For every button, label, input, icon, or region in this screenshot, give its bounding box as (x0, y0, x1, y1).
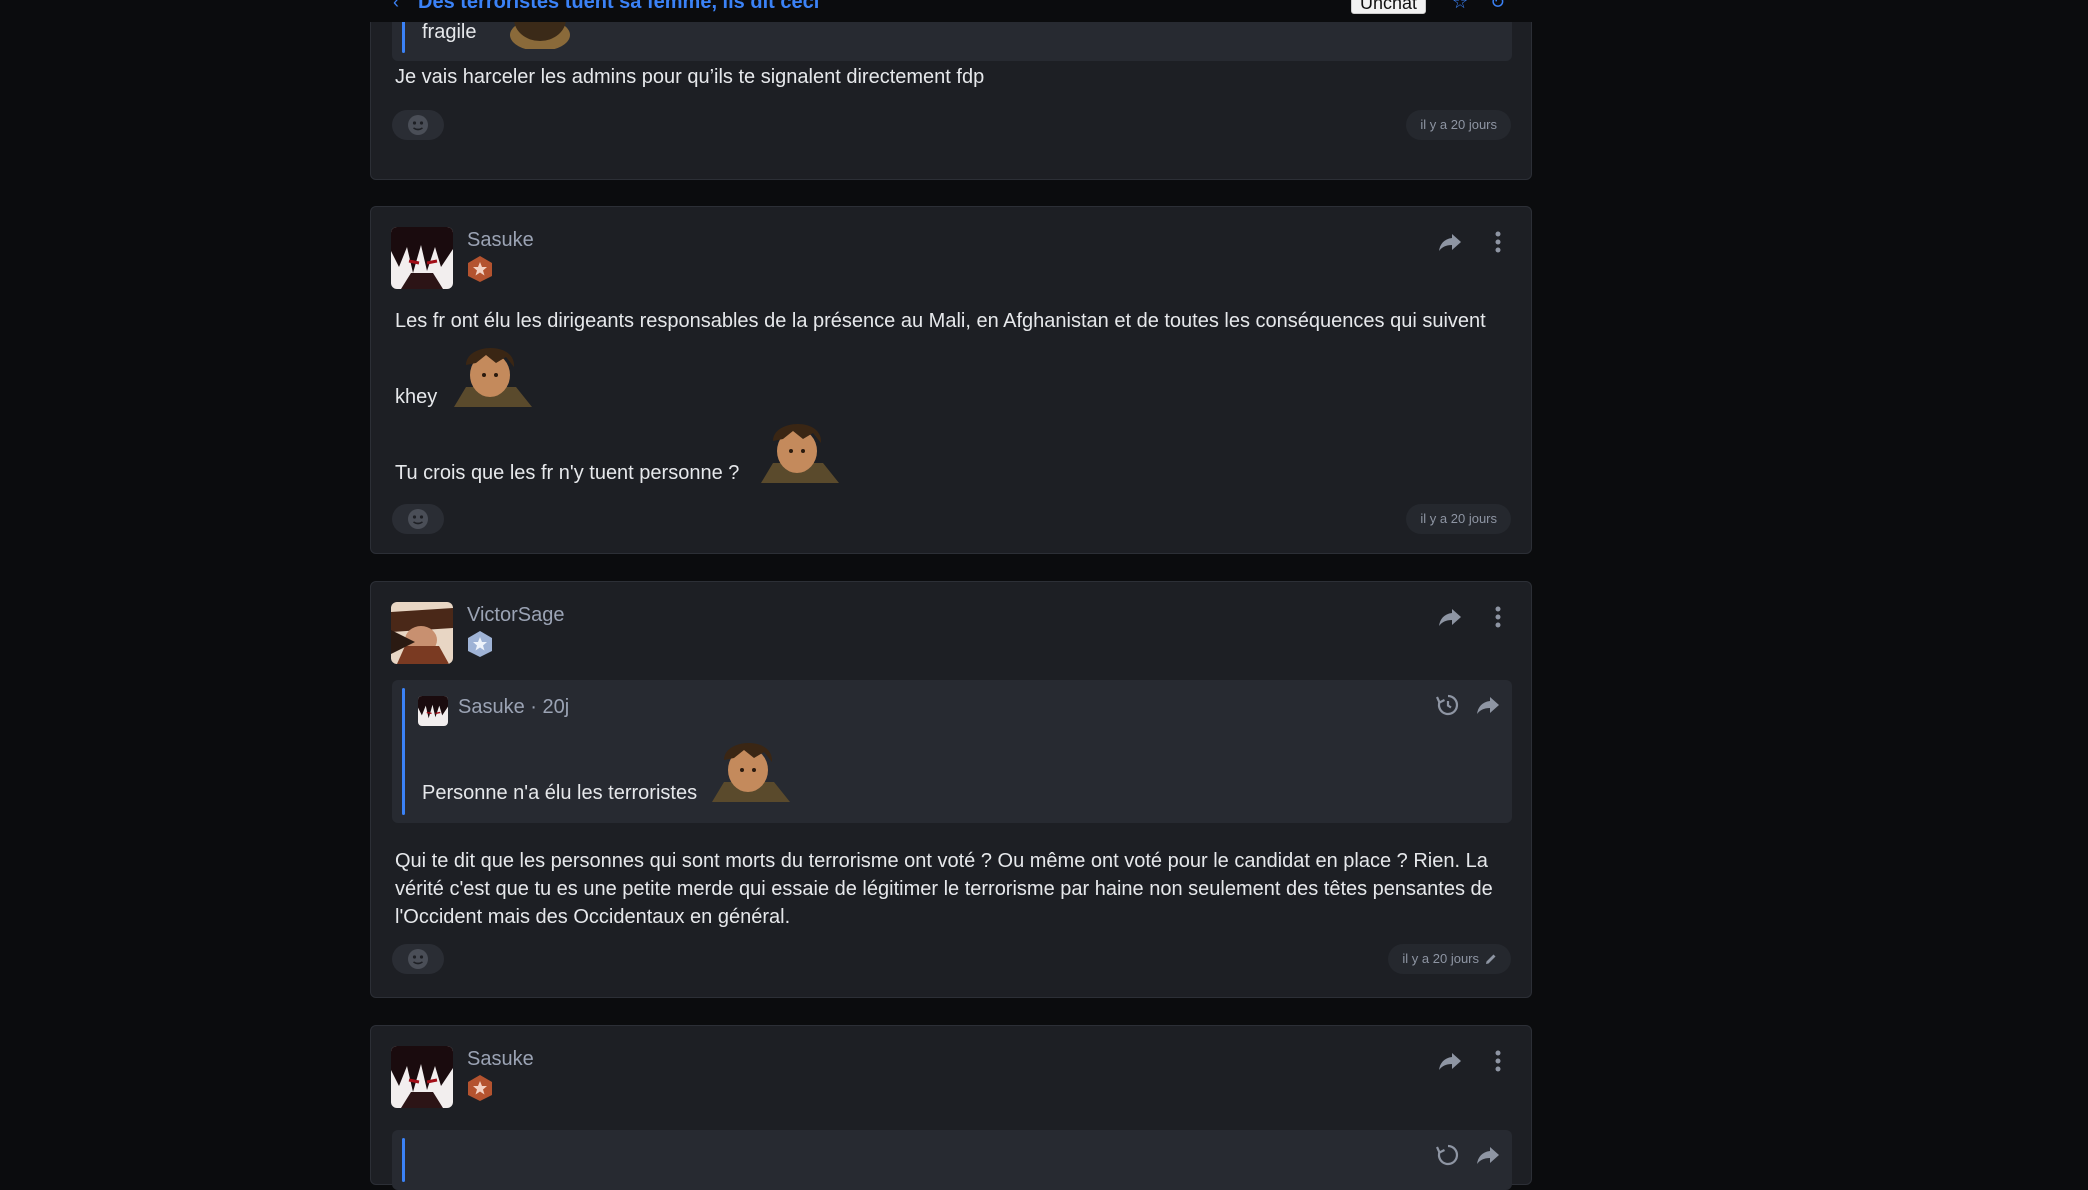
post-text-line: Tu crois que les fr n'y tuent personne ? (395, 462, 740, 484)
timestamp-text: il y a 20 jours (1420, 511, 1497, 526)
quoted-message[interactable] (392, 1130, 1512, 1190)
back-chevron-icon[interactable]: ‹ (393, 0, 399, 13)
quote-text: fragile (422, 21, 477, 43)
author-name[interactable]: Sasuke (467, 229, 534, 252)
post-text: Je vais harceler les admins pour qu’ils … (395, 66, 985, 88)
quoted-message[interactable]: Sasuke · 20j Personne n'a élu les terror… (392, 680, 1512, 823)
post-timestamp[interactable]: il y a 20 jours (1406, 504, 1511, 534)
emoji-icon (408, 949, 428, 969)
share-icon[interactable] (1435, 602, 1465, 632)
post-card: VictorSage Sasuke · 20j Personne n'a élu… (370, 581, 1532, 998)
post-card: Sasuke Les fr ont élu les dirigeants res… (370, 206, 1532, 554)
quote-author[interactable]: Sasuke · 20j (458, 696, 569, 719)
emoji-icon (408, 509, 428, 529)
quote-avatar[interactable] (418, 696, 448, 726)
sticker-image (761, 424, 839, 483)
rank-badge-icon (468, 631, 492, 657)
share-icon[interactable] (1473, 690, 1503, 720)
timestamp-text: il y a 20 jours (1420, 117, 1497, 132)
sticker-image (712, 743, 790, 802)
post-timestamp[interactable]: il y a 20 jours (1388, 944, 1511, 974)
rank-badge-icon (468, 256, 492, 282)
star-icon[interactable]: ☆ (1452, 0, 1468, 13)
post-timestamp[interactable]: il y a 20 jours (1406, 110, 1511, 140)
sticker-image (454, 348, 532, 407)
history-icon[interactable] (1432, 1140, 1462, 1170)
avatar[interactable] (391, 1046, 453, 1108)
post-card: fragile Je vais harceler les admins pour… (370, 0, 1532, 180)
more-options-icon[interactable] (1483, 227, 1513, 257)
reaction-button[interactable] (392, 944, 444, 974)
more-options-icon[interactable] (1483, 1046, 1513, 1076)
share-icon[interactable] (1473, 1140, 1503, 1170)
thread-title[interactable]: Des terroristes tuent sa femme, ils dit … (418, 0, 819, 14)
avatar[interactable] (391, 602, 453, 664)
more-options-icon[interactable] (1483, 602, 1513, 632)
post-text: Qui te dit que les personnes qui sont mo… (395, 850, 1493, 928)
thread-topbar: Des terroristes tuent sa femme, ils dit … (0, 0, 2088, 22)
rank-badge-icon (468, 1075, 492, 1101)
post-card: Sasuke (370, 1025, 1532, 1190)
quote-bar (402, 688, 405, 815)
post-text-line: khey (395, 386, 438, 408)
timestamp-text: il y a 20 jours (1402, 951, 1479, 966)
reaction-button[interactable] (392, 110, 444, 140)
quote-text: Personne n'a élu les terroristes (422, 782, 698, 804)
avatar[interactable] (391, 227, 453, 289)
reaction-button[interactable] (392, 504, 444, 534)
history-icon[interactable] (1432, 690, 1462, 720)
share-icon[interactable] (1435, 227, 1465, 257)
quote-bar (402, 1138, 405, 1182)
unchat-button[interactable]: Unchat (1351, 0, 1427, 14)
edited-pencil-icon (1486, 954, 1496, 964)
author-name[interactable]: VictorSage (467, 604, 564, 627)
share-icon[interactable] (1435, 1046, 1465, 1076)
post-text-line: Les fr ont élu les dirigeants responsabl… (395, 310, 1486, 332)
refresh-icon[interactable]: ↻ (1490, 0, 1505, 13)
emoji-icon (408, 115, 428, 135)
author-name[interactable]: Sasuke (467, 1048, 534, 1071)
